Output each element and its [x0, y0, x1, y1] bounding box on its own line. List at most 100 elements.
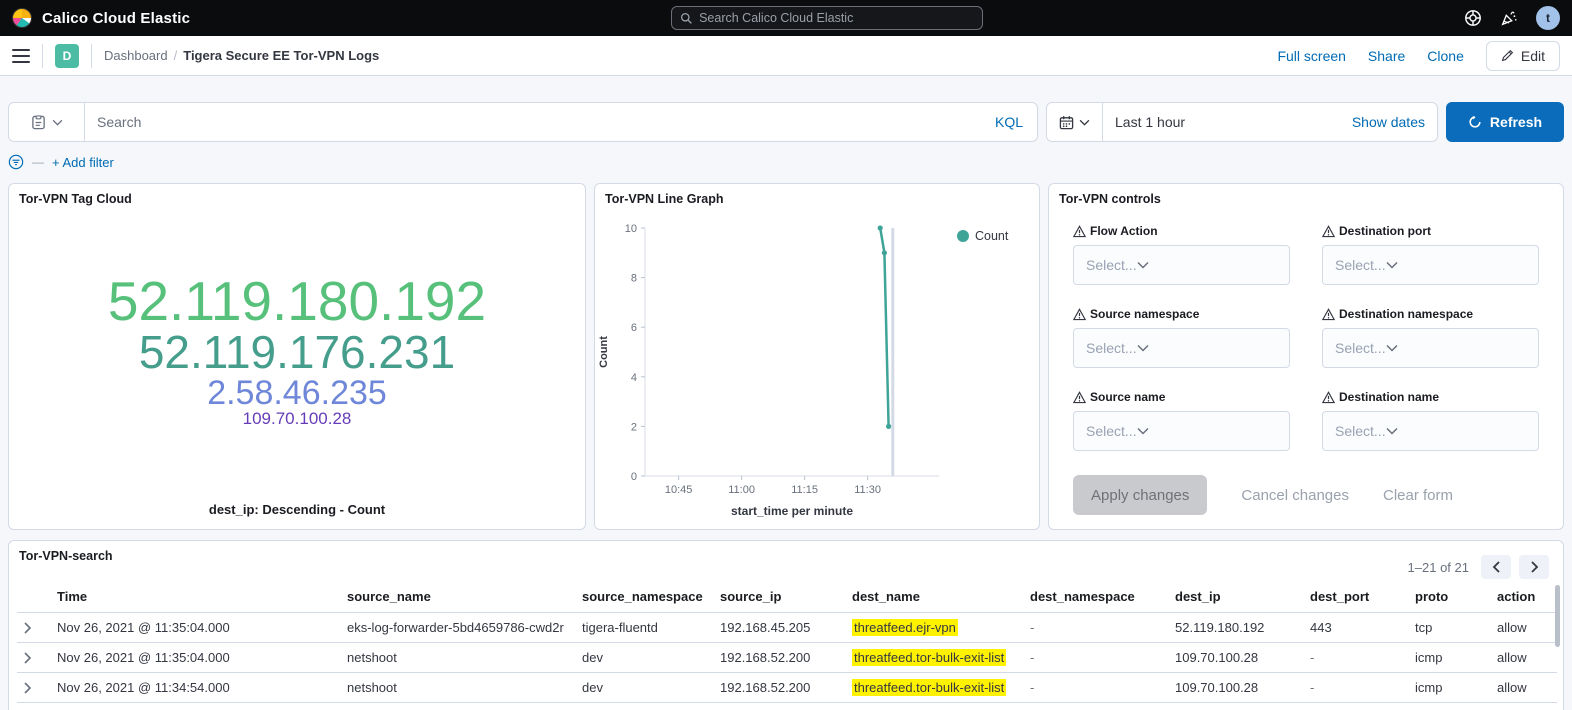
elastic-logo [12, 8, 32, 28]
divider [91, 44, 92, 68]
saved-query-menu[interactable] [9, 103, 85, 141]
chevron-right-icon [1530, 561, 1539, 573]
apply-changes-button[interactable]: Apply changes [1073, 475, 1207, 515]
svg-text:11:15: 11:15 [791, 484, 818, 496]
expand-row-button[interactable] [17, 643, 51, 673]
full-screen-link[interactable]: Full screen [1277, 48, 1345, 64]
previous-page-button[interactable] [1481, 555, 1511, 579]
svg-text:10:45: 10:45 [665, 484, 693, 496]
svg-text:6: 6 [631, 322, 637, 334]
svg-text:start_time per minute: start_time per minute [731, 504, 853, 518]
clone-link[interactable]: Clone [1427, 48, 1464, 64]
filter-dash: — [32, 155, 44, 169]
filter-circle-icon[interactable] [8, 154, 24, 170]
tag-cloud-term[interactable]: 52.119.176.231 [139, 329, 455, 376]
control-field-label: Destination namespace [1339, 307, 1473, 321]
edit-button[interactable]: Edit [1486, 41, 1560, 71]
chevron-down-icon [1386, 427, 1398, 435]
query-input[interactable] [85, 114, 981, 130]
avatar[interactable]: t [1536, 6, 1560, 30]
show-dates-link[interactable]: Show dates [1340, 114, 1437, 130]
cell-time: Nov 26, 2021 @ 11:35:04.000 [51, 613, 341, 643]
chevron-down-icon [1386, 261, 1398, 269]
newsfeed-icon[interactable] [1500, 9, 1518, 27]
help-icon[interactable] [1464, 9, 1482, 27]
cell-dest_port: - [1304, 673, 1409, 703]
add-filter-link[interactable]: + Add filter [52, 155, 114, 170]
date-picker-menu[interactable] [1047, 103, 1103, 141]
highlighted-value: threatfeed.tor-bulk-exit-list [852, 679, 1006, 696]
cell-source_name: netshoot [341, 643, 576, 673]
global-search-input[interactable] [699, 11, 974, 25]
cell-dest_port: 443 [1304, 613, 1409, 643]
warning-icon [1322, 308, 1335, 321]
cell-source_ip: 192.168.52.200 [714, 643, 846, 673]
control-field: Destination port Select... [1322, 224, 1539, 285]
breadcrumb-separator: / [174, 48, 178, 63]
warning-icon [1322, 225, 1335, 238]
select-placeholder: Select... [1335, 423, 1386, 439]
select-placeholder: Select... [1335, 257, 1386, 273]
chevron-down-icon [1137, 427, 1149, 435]
cell-source_ip: 192.168.45.205 [714, 613, 846, 643]
control-field: Destination namespace Select... [1322, 307, 1539, 368]
date-picker[interactable]: Last 1 hour Show dates [1046, 102, 1438, 142]
control-field-label: Destination port [1339, 224, 1431, 238]
cell-source_name: netshoot [341, 673, 576, 703]
next-page-button[interactable] [1519, 555, 1549, 579]
chevron-down-icon [52, 119, 63, 126]
cell-dest_name: threatfeed.tor-bulk-exit-list [846, 673, 1024, 703]
control-field-label: Source namespace [1090, 307, 1199, 321]
select-placeholder: Select... [1086, 340, 1137, 356]
refresh-icon [1468, 115, 1482, 129]
control-select[interactable]: Select... [1073, 411, 1290, 451]
control-select[interactable]: Select... [1322, 328, 1539, 368]
panel-title: Tor-VPN Line Graph [595, 184, 1039, 214]
query-bar[interactable]: KQL [8, 102, 1038, 142]
breadcrumb: Dashboard / Tigera Secure EE Tor-VPN Log… [104, 48, 379, 63]
global-search[interactable] [671, 6, 983, 30]
menu-icon[interactable] [12, 49, 30, 63]
svg-text:0: 0 [631, 471, 637, 483]
control-select[interactable]: Select... [1073, 245, 1290, 285]
search-table-panel: Tor-VPN-search 1–21 of 21 Timesource_nam… [8, 540, 1564, 710]
select-placeholder: Select... [1086, 257, 1137, 273]
time-range-value[interactable]: Last 1 hour [1103, 114, 1197, 130]
tag-cloud-term[interactable]: 52.119.180.192 [108, 273, 486, 329]
expand-row-button[interactable] [17, 673, 51, 703]
query-language-button[interactable]: KQL [981, 103, 1037, 141]
table-scrollbar[interactable] [1555, 585, 1560, 647]
column-header-dest_namespace: dest_namespace [1024, 581, 1169, 613]
cell-source_ip: 192.168.52.200 [714, 673, 846, 703]
cell-dest_namespace: - [1024, 643, 1169, 673]
control-select[interactable]: Select... [1322, 245, 1539, 285]
cell-proto: icmp [1409, 673, 1491, 703]
cell-dest_name: threatfeed.tor-bulk-exit-list [846, 643, 1024, 673]
control-field-label: Source name [1090, 390, 1165, 404]
tag-cloud-term[interactable]: 2.58.46.235 [207, 376, 387, 411]
svg-text:2: 2 [631, 421, 637, 433]
share-link[interactable]: Share [1368, 48, 1405, 64]
refresh-button[interactable]: Refresh [1446, 102, 1564, 142]
chevron-down-icon [1386, 344, 1398, 352]
calendar-icon [1059, 115, 1074, 130]
clear-form-button[interactable]: Clear form [1383, 487, 1453, 504]
dashboard-badge[interactable]: D [55, 44, 79, 68]
cancel-changes-button[interactable]: Cancel changes [1241, 487, 1349, 504]
panel-title: Tor-VPN-search [9, 541, 123, 571]
control-select[interactable]: Select... [1073, 328, 1290, 368]
saved-query-icon [31, 115, 46, 130]
breadcrumb-dashboard[interactable]: Dashboard [104, 48, 168, 63]
tag-cloud-term[interactable]: 109.70.100.28 [243, 410, 352, 427]
control-select[interactable]: Select... [1322, 411, 1539, 451]
dashboard-content: KQL Last 1 hour Show dates Refresh [0, 102, 1572, 710]
chevron-down-icon [1137, 344, 1149, 352]
column-header-dest_name: dest_name [846, 581, 1024, 613]
line-graph-panel: Tor-VPN Line Graph 024681010:4511:0011:1… [594, 183, 1040, 530]
table-row: Nov 26, 2021 @ 11:34:54.000netshootdev19… [17, 673, 1557, 703]
chevron-left-icon [1492, 561, 1501, 573]
column-header-source_namespace: source_namespace [576, 581, 714, 613]
column-header-action: action [1491, 581, 1557, 613]
expand-row-button[interactable] [17, 613, 51, 643]
table-row: Nov 26, 2021 @ 11:35:04.000eks-log-forwa… [17, 613, 1557, 643]
